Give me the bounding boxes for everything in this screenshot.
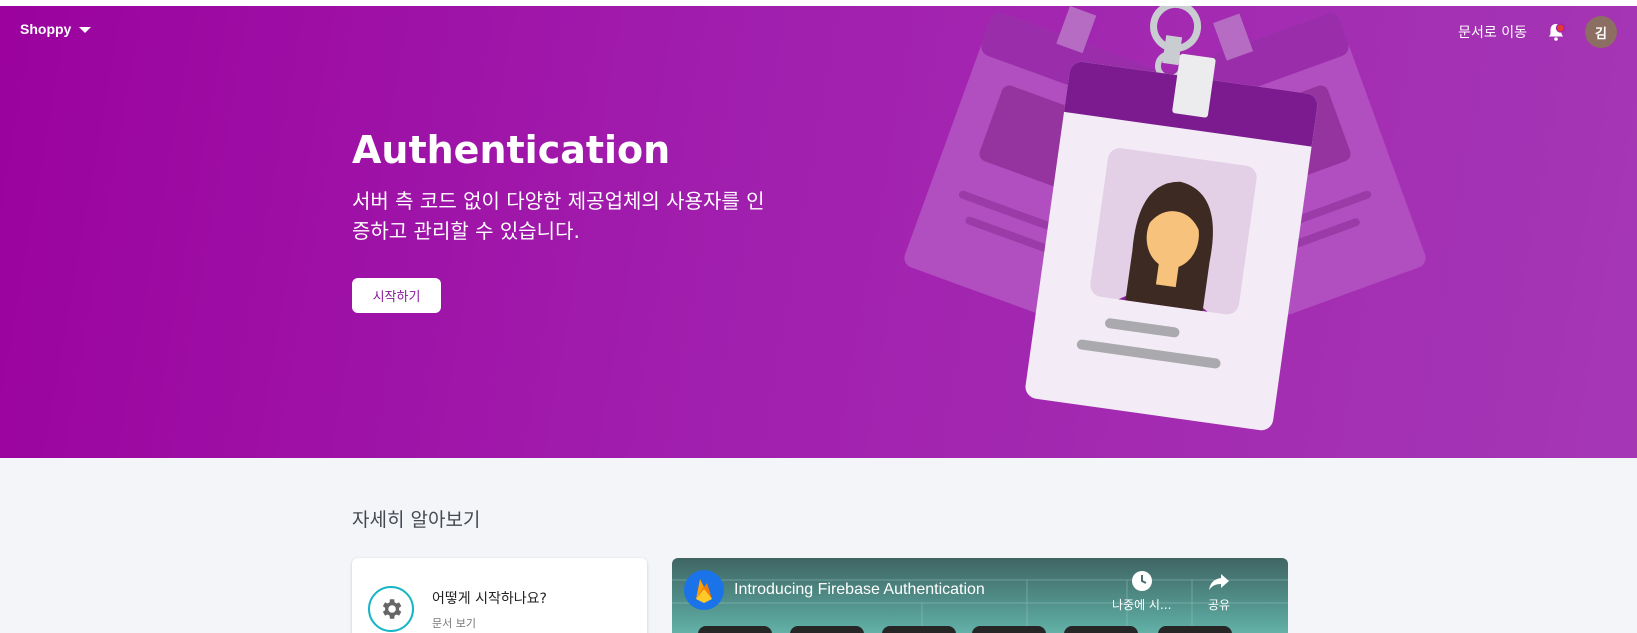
video-title[interactable]: Introducing Firebase Authentication (734, 581, 985, 599)
share-icon (1209, 574, 1230, 590)
video-player[interactable]: Introducing Firebase Authentication 나중에 … (672, 558, 1288, 633)
card-title: 어떻게 시작하나요? (432, 591, 547, 607)
firebase-logo-icon (684, 570, 724, 610)
bell-icon[interactable] (1545, 21, 1567, 43)
project-name: Shoppy (20, 21, 72, 37)
section-title: 자세히 알아보기 (352, 509, 481, 531)
video-thumbnail[interactable] (1158, 626, 1232, 633)
topbar-actions: 문서로 이동 김 (1458, 16, 1617, 48)
get-started-button[interactable]: 시작하기 (352, 278, 441, 313)
video-thumbnail[interactable] (698, 626, 772, 633)
docs-link[interactable]: 문서로 이동 (1458, 22, 1527, 42)
watch-later-label: 나중에 시... (1112, 598, 1172, 612)
avatar[interactable]: 김 (1585, 16, 1617, 48)
page-title: Authentication (352, 128, 671, 172)
share-label: 공유 (1208, 598, 1231, 612)
video-thumbnail[interactable] (1064, 626, 1138, 633)
hero-banner: Shoppy 문서로 이동 김 Authentication 서버 측 코드 없… (0, 6, 1637, 458)
hero-description: 서버 측 코드 없이 다양한 제공업체의 사용자를 인증하고 관리할 수 있습니… (352, 189, 765, 243)
share-button[interactable]: 공유 (1208, 570, 1230, 613)
video-thumbnail[interactable] (790, 626, 864, 633)
gear-icon (368, 586, 414, 632)
video-thumbnail[interactable] (882, 626, 956, 633)
video-thumbnail[interactable] (972, 626, 1046, 633)
clock-icon (1131, 571, 1152, 591)
chevron-down-icon (79, 27, 92, 33)
project-selector[interactable]: Shoppy (20, 21, 92, 37)
get-started-card[interactable]: 어떻게 시작하나요? 문서 보기 (352, 558, 647, 633)
watch-later-button[interactable]: 나중에 시... (1112, 570, 1171, 613)
id-badge-illustration (904, 6, 1426, 431)
card-subtitle[interactable]: 문서 보기 (432, 615, 476, 631)
